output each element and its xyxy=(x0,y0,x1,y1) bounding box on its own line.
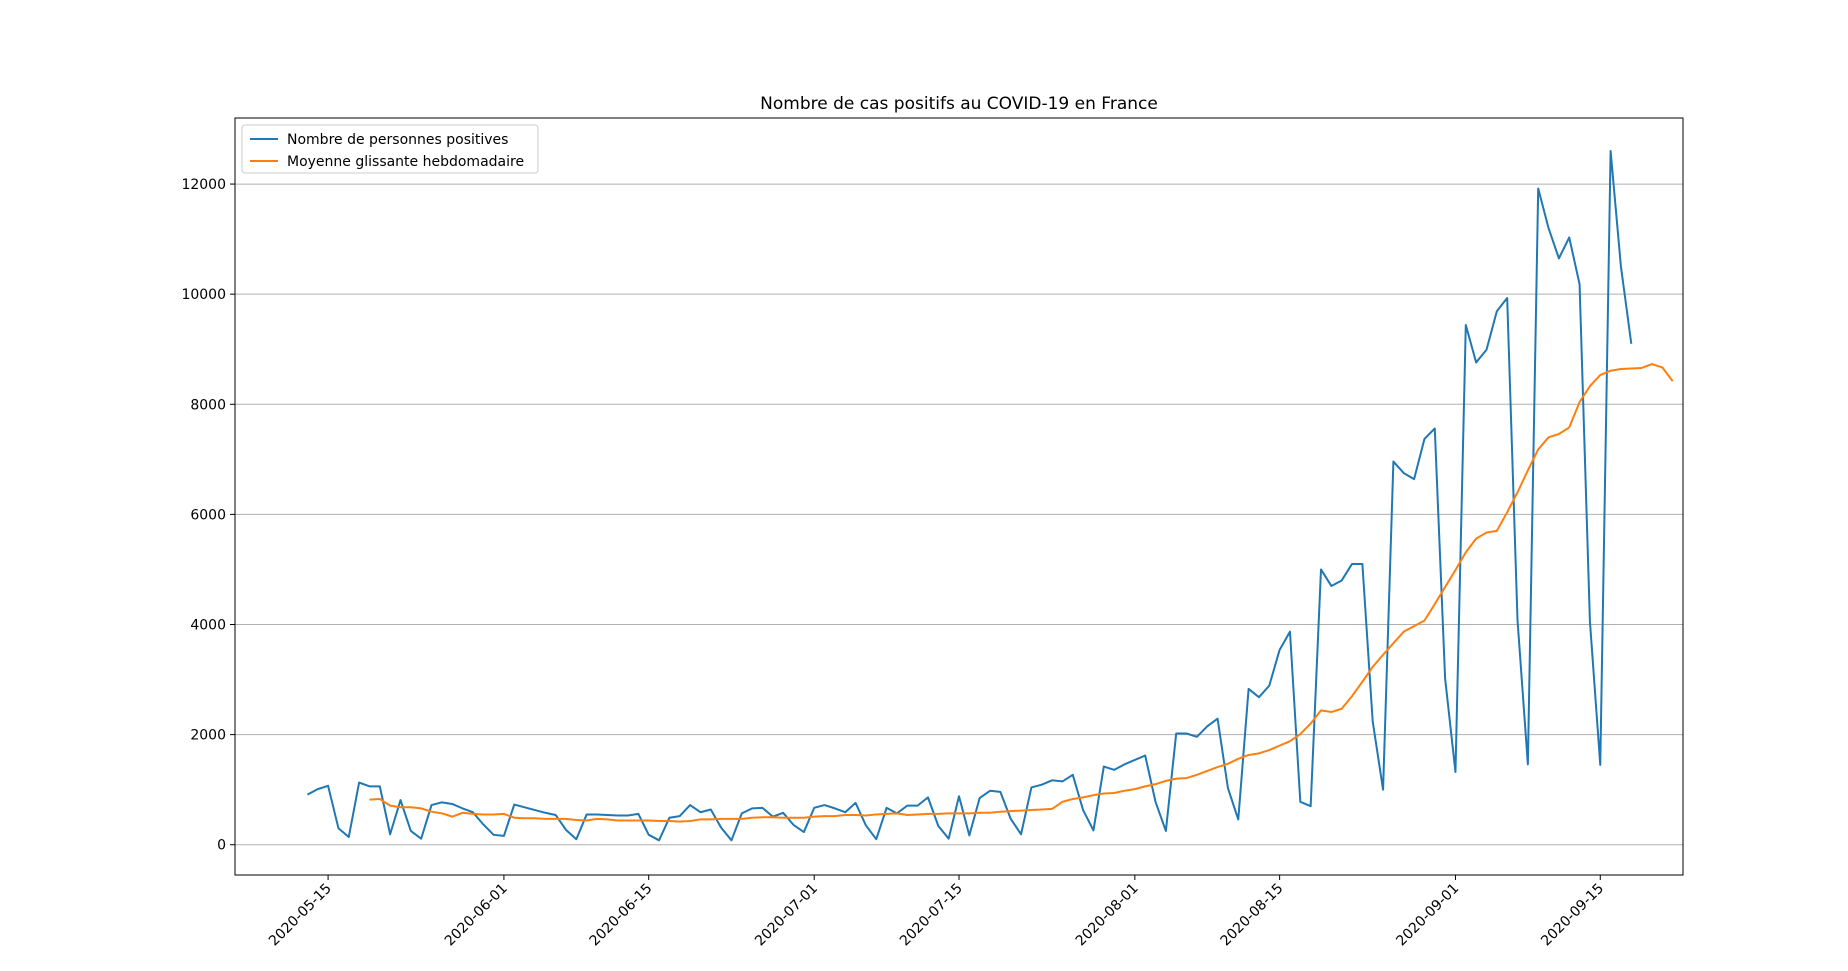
x-tick-label: 2020-08-15 xyxy=(1218,881,1287,950)
y-tick-label: 4000 xyxy=(190,618,226,634)
x-axis-ticks: 2020-05-15 2020-06-01 2020-06-15 2020-07-01… xyxy=(266,875,1607,949)
series-line-2 xyxy=(369,363,1674,823)
x-tick-label: 2020-06-15 xyxy=(587,881,656,950)
chart-title: Nombre de cas positifs au COVID-19 en Fr… xyxy=(760,94,1158,114)
legend: Nombre de personnes positives Moyenne gli… xyxy=(241,124,539,174)
x-tick-label: 2020-07-15 xyxy=(897,881,966,950)
legend-label: Moyenne glissante hebdomadaire xyxy=(287,154,524,170)
x-tick-label: 2020-08-01 xyxy=(1073,881,1142,950)
grid-lines xyxy=(235,183,1683,846)
y-tick-label: 6000 xyxy=(190,507,226,523)
y-tick-label: 12000 xyxy=(181,177,226,193)
plot-frame xyxy=(234,117,1684,876)
x-tick-label: 2020-09-01 xyxy=(1393,881,1462,950)
x-tick-label: 2020-09-15 xyxy=(1538,881,1607,950)
chart: 2020-05-15 2020-06-01 2020-06-15 2020-07-01… xyxy=(181,94,1684,949)
y-tick-label: 10000 xyxy=(181,287,226,303)
x-tick-label: 2020-05-15 xyxy=(266,881,335,950)
y-axis-ticks: 0 2000 4000 6000 8000 10000 12000 xyxy=(181,177,235,854)
series-lines xyxy=(306,150,1674,842)
x-tick-label: 2020-06-01 xyxy=(442,881,511,950)
series-line-1 xyxy=(306,150,1633,842)
y-tick-label: 0 xyxy=(217,838,226,854)
x-tick-label: 2020-07-01 xyxy=(752,881,821,950)
y-tick-label: 8000 xyxy=(190,397,226,413)
y-tick-label: 2000 xyxy=(190,728,226,744)
legend-label: Nombre de personnes positives xyxy=(287,132,508,148)
